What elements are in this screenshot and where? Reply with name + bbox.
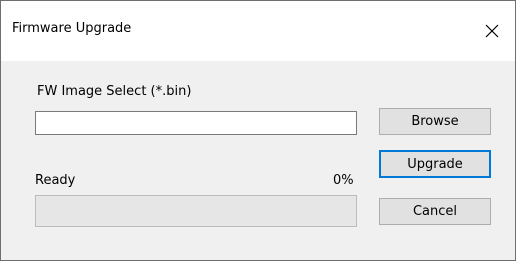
- window-title: Firmware Upgrade: [12, 21, 132, 36]
- browse-button[interactable]: Browse: [379, 108, 491, 135]
- firmware-upgrade-dialog: Firmware Upgrade FW Image Select (*.bin)…: [0, 0, 516, 261]
- firmware-file-path-input[interactable]: [35, 111, 357, 135]
- close-icon: [485, 24, 499, 38]
- upgrade-button[interactable]: Upgrade: [379, 150, 491, 178]
- status-text: Ready: [35, 173, 76, 188]
- dialog-body: FW Image Select (*.bin) Browse Upgrade R…: [1, 61, 515, 260]
- cancel-button[interactable]: Cancel: [379, 198, 491, 225]
- close-button[interactable]: [469, 1, 515, 61]
- fw-image-select-label: FW Image Select (*.bin): [37, 84, 192, 99]
- progress-percent: 0%: [333, 173, 354, 188]
- title-bar: Firmware Upgrade: [1, 1, 515, 61]
- upgrade-progress-bar: [35, 195, 357, 227]
